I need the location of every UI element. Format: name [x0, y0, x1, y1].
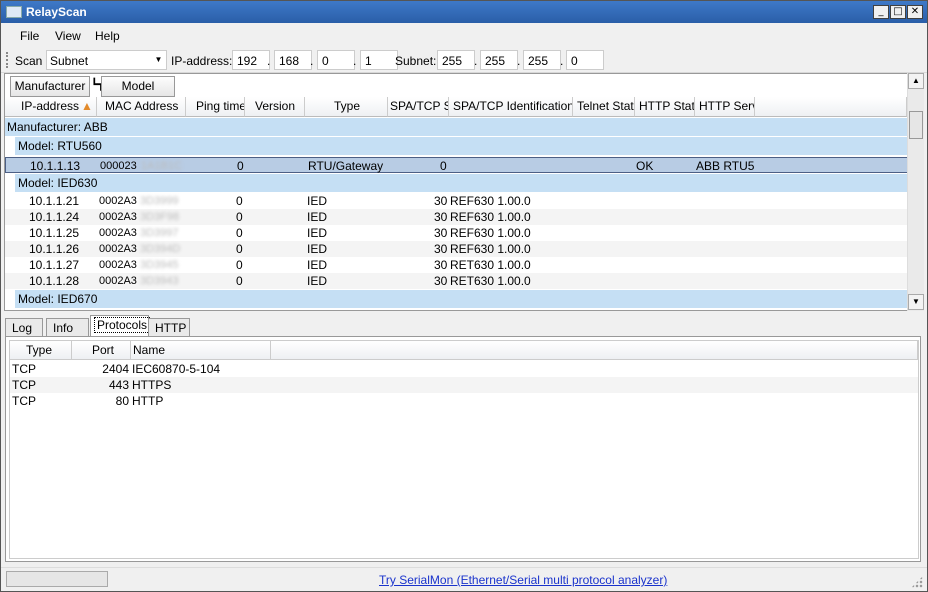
menu-view[interactable]: View: [55, 29, 81, 43]
scroll-down-icon[interactable]: ▼: [908, 294, 924, 310]
table-row[interactable]: 10.1.1.27 0002A3 3D3945 0 IED 30 RET630 …: [5, 257, 908, 273]
menu-file[interactable]: File: [20, 29, 39, 43]
ip-octet-3[interactable]: 0: [317, 50, 355, 70]
ip-octet-1[interactable]: 192: [232, 50, 270, 70]
group-row-model[interactable]: Model: IED630: [15, 174, 908, 192]
column-header-type[interactable]: Type: [305, 97, 388, 117]
chevron-down-icon[interactable]: ▼: [152, 52, 165, 68]
app-window: RelayScan _ □ ✕ File View Help Scan Subn…: [0, 0, 928, 592]
table-row[interactable]: 10.1.1.21 0002A3 3D3999 0 IED 30 REF630 …: [5, 193, 908, 209]
ip-label: IP-address:: [171, 54, 233, 68]
table-row[interactable]: 10.1.1.25 0002A3 3D3997 0 IED 30 REF630 …: [5, 225, 908, 241]
table-row[interactable]: 10.1.1.28 0002A3 3D3943 0 IED 30 RET630 …: [5, 273, 908, 289]
column-header-http-server[interactable]: HTTP Serve: [695, 97, 755, 117]
sort-asc-icon: ▲: [81, 99, 93, 113]
column-header-spa-status[interactable]: SPA/TCP S: [388, 97, 449, 117]
serialmon-link[interactable]: Try SerialMon (Ethernet/Serial multi pro…: [379, 573, 667, 587]
column-header-version[interactable]: Version: [245, 97, 305, 117]
tab-protocols[interactable]: Protocols: [90, 315, 151, 337]
maximize-icon[interactable]: □: [890, 5, 906, 19]
close-icon[interactable]: ✕: [907, 5, 923, 19]
scan-mode-select[interactable]: Subnet ▼: [46, 50, 167, 70]
subnet-octet-2[interactable]: 255: [480, 50, 518, 70]
ip-dot: .: [267, 54, 271, 68]
tab-info[interactable]: Info: [46, 318, 89, 337]
tab-log[interactable]: Log: [5, 318, 43, 337]
menu-help[interactable]: Help: [95, 29, 120, 43]
scroll-up-icon[interactable]: ▲: [908, 73, 924, 89]
subnet-dot: .: [560, 54, 564, 68]
scan-progress-bar: [6, 571, 108, 587]
scan-label: Scan: [15, 54, 43, 68]
group-row-model[interactable]: Model: RTU560: [15, 137, 908, 155]
list-item[interactable]: TCP 80 HTTP: [10, 393, 918, 409]
column-header-filler: [755, 97, 907, 117]
subnet-dot: .: [474, 54, 478, 68]
title-bar: RelayScan _ □ ✕: [1, 1, 927, 23]
subnet-label: Subnet:: [395, 54, 437, 68]
column-header-name[interactable]: Name: [131, 341, 271, 360]
subnet-octet-4[interactable]: 0: [566, 50, 604, 70]
table-row[interactable]: 10.1.1.24 0002A3 3D3F98 0 IED 30 REF630 …: [5, 209, 908, 225]
table-row[interactable]: 10.1.1.26 0002A3 3D394D 0 IED 30 REF630 …: [5, 241, 908, 257]
group-row-manufacturer[interactable]: Manufacturer: ABB: [5, 118, 908, 136]
device-grid: Manufacturer ┗┓ Model IP-address ▲ MAC A…: [4, 73, 924, 311]
list-item[interactable]: TCP 2404 IEC60870-5-104: [10, 361, 918, 377]
ip-dot: .: [310, 54, 314, 68]
column-header-ip[interactable]: IP-address ▲: [5, 97, 97, 117]
menu-bar: File View Help: [1, 25, 927, 46]
resize-grip-icon[interactable]: [911, 576, 923, 588]
grid-scrollbar[interactable]: ▲ ▼: [907, 73, 924, 311]
scroll-thumb[interactable]: [909, 111, 923, 139]
subnet-dot: .: [517, 54, 521, 68]
protocols-list: Type Port Name TCP 2404 IEC60870-5-104 T…: [9, 340, 919, 559]
column-header-ping[interactable]: Ping time: [186, 97, 245, 117]
column-header-port[interactable]: Port: [72, 341, 131, 360]
column-header-mac[interactable]: MAC Address: [97, 97, 186, 117]
tab-http[interactable]: HTTP: [148, 318, 190, 337]
column-header-telnet[interactable]: Telnet Statu: [573, 97, 635, 117]
scan-mode-value: Subnet: [50, 54, 89, 68]
ip-dot: .: [353, 54, 357, 68]
subnet-octet-1[interactable]: 255: [437, 50, 475, 70]
list-item[interactable]: TCP 443 HTTPS: [10, 377, 918, 393]
group-by-manufacturer-button[interactable]: Manufacturer: [10, 76, 90, 97]
subnet-octet-3[interactable]: 255: [523, 50, 561, 70]
status-bar: Try SerialMon (Ethernet/Serial multi pro…: [1, 567, 927, 591]
app-icon: [6, 6, 22, 18]
column-header-type[interactable]: Type: [10, 341, 72, 360]
minimize-icon[interactable]: _: [873, 5, 889, 19]
group-row-model[interactable]: Model: IED670: [15, 290, 908, 308]
ip-octet-4[interactable]: 1: [360, 50, 398, 70]
group-by-model-button[interactable]: Model: [101, 76, 175, 97]
column-header-http-status[interactable]: HTTP Statu: [635, 97, 695, 117]
window-title: RelayScan: [26, 5, 87, 19]
column-header-filler: [271, 341, 918, 360]
protocols-panel: Type Port Name TCP 2404 IEC60870-5-104 T…: [5, 336, 921, 562]
ip-octet-2[interactable]: 168: [274, 50, 312, 70]
toolbar-grip-icon[interactable]: [6, 52, 9, 68]
scan-toolbar: Scan Subnet ▼ IP-address: 192 . 168 . 0 …: [1, 47, 927, 73]
column-header-spa-id[interactable]: SPA/TCP Identification: [449, 97, 573, 117]
table-row[interactable]: 10.1.1.13 000023 1A1B1C 0 RTU/Gateway 0 …: [5, 157, 908, 173]
